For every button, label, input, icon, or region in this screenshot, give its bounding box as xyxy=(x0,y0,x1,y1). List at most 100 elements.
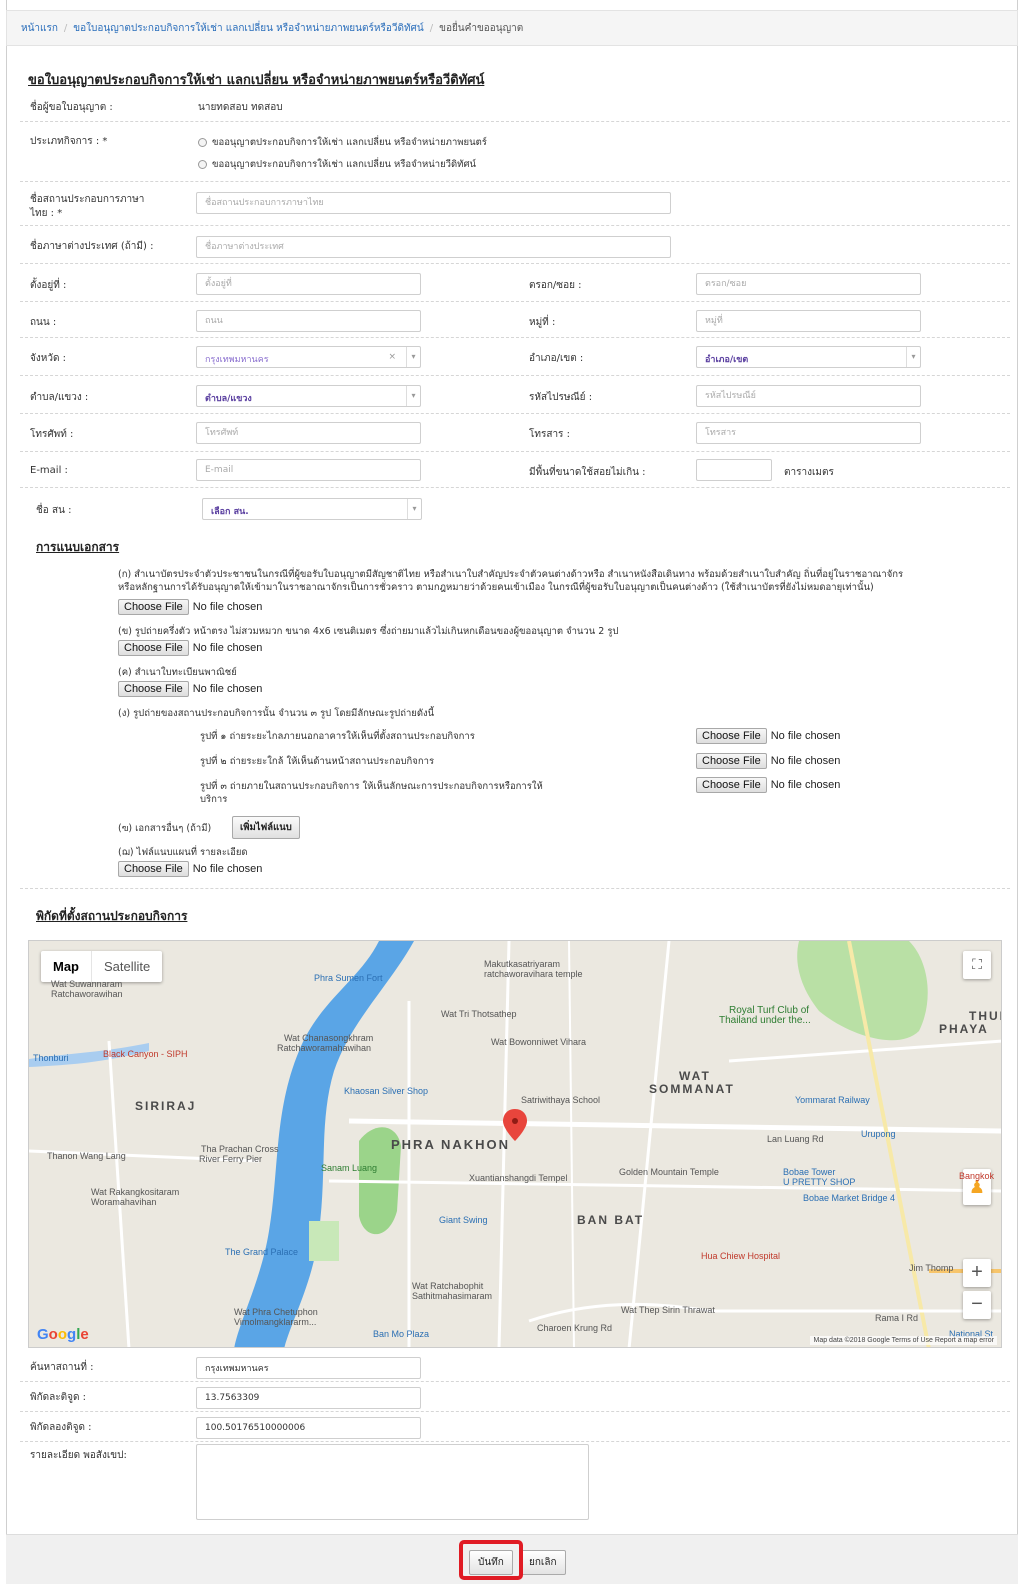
doc-f-file-input[interactable]: Choose File No file chosen xyxy=(118,861,262,877)
no-file-text: No file chosen xyxy=(192,642,263,654)
doc-a-file-input[interactable]: Choose File No file chosen xyxy=(118,599,262,615)
map-label: Rama I Rd xyxy=(875,1313,919,1323)
radio-label: ขออนุญาตประกอบกิจการให้เช่า แลกเปลี่ยน ห… xyxy=(212,159,476,170)
choose-file-button[interactable]: Choose File xyxy=(118,681,189,697)
thai-name-input[interactable] xyxy=(196,192,671,214)
map-label: Wat Thep Sirin Thrawat xyxy=(621,1305,715,1315)
doc-d-text: (ง) รูปถ่ายของสถานประกอบกิจการนั้น จำนวน… xyxy=(118,708,435,719)
grand-palace-area xyxy=(309,1221,339,1261)
doc-c-file-input[interactable]: Choose File No file chosen xyxy=(118,681,262,697)
map-tab-satellite[interactable]: Satellite xyxy=(91,951,162,982)
map-label: Bangkok xyxy=(959,1171,995,1181)
alley-input[interactable] xyxy=(696,273,921,295)
phone-input[interactable] xyxy=(196,422,421,444)
map-attribution[interactable]: Map data ©2018 Google Terms of Use Repor… xyxy=(810,1336,997,1345)
no-file-text: No file chosen xyxy=(192,601,263,613)
chevron-down-icon: ▾ xyxy=(407,499,421,519)
detail-textarea[interactable] xyxy=(196,1444,589,1520)
map-label: Ban Mo Plaza xyxy=(373,1329,430,1339)
map-label: Satriwithaya School xyxy=(521,1095,601,1105)
breadcrumb-section-link[interactable]: ขอใบอนุญาตประกอบกิจการให้เช่า แลกเปลี่ยน… xyxy=(73,23,423,34)
fax-input[interactable] xyxy=(696,422,921,444)
foreign-name-input[interactable] xyxy=(196,236,671,258)
email-input[interactable] xyxy=(196,459,421,481)
doc-a-line1: (ก) สำเนาบัตรประจำตัวประชาชนในกรณีที่ผู้… xyxy=(118,569,904,580)
form-row-lat: พิกัดละติจูด : xyxy=(20,1382,1010,1412)
map-tab-map[interactable]: Map xyxy=(41,951,91,982)
latitude-input[interactable] xyxy=(196,1387,421,1409)
map-label: Yommarat Railway xyxy=(795,1095,870,1105)
business-type-radio-video[interactable]: ขออนุญาตประกอบกิจการให้เช่า แลกเปลี่ยน ห… xyxy=(198,157,476,172)
road xyxy=(568,941,575,1347)
photo-3-file-input[interactable]: Choose File No file chosen xyxy=(696,777,840,793)
add-file-button[interactable]: เพิ่มไฟล์แนบ xyxy=(232,816,300,839)
applicant-value: นายทดสอบ ทดสอบ xyxy=(198,102,283,113)
area-unit: ตารางเมตร xyxy=(784,467,834,478)
doc-a-line2: หรือหลักฐานการได้รับอนุญาตให้เข้ามาในราช… xyxy=(118,582,874,593)
road-label: ถนน : xyxy=(30,317,57,328)
postcode-input[interactable] xyxy=(696,385,921,407)
doc-b-text: (ข) รูปถ่ายครึ่งตัว หน้าตรง ไม่สวมหมวก ข… xyxy=(118,626,619,637)
province-select[interactable]: กรุงเทพมหานคร × ▾ xyxy=(196,346,421,368)
lat-label: พิกัดละติจูด : xyxy=(30,1392,87,1403)
place-search-input[interactable] xyxy=(196,1357,421,1379)
business-type-radio-film[interactable]: ขออนุญาตประกอบกิจการให้เช่า แลกเปลี่ยน ห… xyxy=(198,135,487,150)
doc-a-text: (ก) สำเนาบัตรประจำตัวประชาชนในกรณีที่ผู้… xyxy=(118,568,1008,594)
phone-label: โทรศัพท์ : xyxy=(30,429,74,440)
fullscreen-icon[interactable]: ⛶ xyxy=(963,951,991,979)
map-label: Golden Mountain Temple xyxy=(619,1167,719,1177)
map-label: ratchaworavihara temple xyxy=(484,969,583,979)
map-label: THUI xyxy=(969,1009,1002,1023)
zoom-out-icon[interactable]: − xyxy=(963,1291,991,1319)
longitude-input[interactable] xyxy=(196,1417,421,1439)
choose-file-button[interactable]: Choose File xyxy=(118,599,189,615)
zoom-in-icon[interactable]: + xyxy=(963,1259,991,1287)
map-view[interactable]: Map Satellite ⛶ ♟ + − Phra Sumen Fort Ma… xyxy=(28,940,1002,1348)
road xyxy=(728,1039,1001,1063)
doc-c-text: (ค) สำเนาใบทะเบียนพาณิชย์ xyxy=(118,667,237,678)
road xyxy=(528,1302,1001,1323)
lng-label: พิกัดลองติจูด : xyxy=(30,1422,92,1433)
form-row-province: จังหวัด : กรุงเทพมหานคร × ▾ อำเภอ/เขต : … xyxy=(20,338,1010,376)
map-type-toggle: Map Satellite xyxy=(41,951,163,982)
doc-b-file-input[interactable]: Choose File No file chosen xyxy=(118,640,262,656)
photo-3-line2: บริการ xyxy=(200,794,228,805)
office-label: ชื่อ สน : xyxy=(36,505,72,516)
map-label: Thailand under the... xyxy=(719,1015,811,1026)
subdistrict-select[interactable]: ตำบล/แขวง ▾ xyxy=(196,385,421,407)
radio-label: ขออนุญาตประกอบกิจการให้เช่า แลกเปลี่ยน ห… xyxy=(212,137,487,148)
area-label: มีพื้นที่ขนาดใช้สอยไม่เกิน : xyxy=(529,467,646,478)
map-label: Wat Ratchabophit xyxy=(412,1281,484,1291)
choose-file-button[interactable]: Choose File xyxy=(696,728,767,744)
form-row-road: ถนน : หมู่ที่ : xyxy=(20,302,1010,338)
choose-file-button[interactable]: Choose File xyxy=(118,640,189,656)
map-label: Bobae Market Bridge 4 xyxy=(803,1193,896,1203)
address-input[interactable] xyxy=(196,273,421,295)
breadcrumb-home-link[interactable]: หน้าแรก xyxy=(21,23,58,34)
photo-2-file-input[interactable]: Choose File No file chosen xyxy=(696,753,840,769)
choose-file-button[interactable]: Choose File xyxy=(118,861,189,877)
applicant-label: ชื่อผู้ขอใบอนุญาต : xyxy=(30,102,113,113)
form-row-foreign-name: ชื่อภาษาต่างประเทศ (ถ้ามี) : xyxy=(20,226,1010,264)
no-file-text: No file chosen xyxy=(770,755,841,767)
choose-file-button[interactable]: Choose File xyxy=(696,777,767,793)
map-label: Lan Luang Rd xyxy=(767,1134,824,1144)
cancel-button[interactable]: ยกเลิก xyxy=(520,1550,566,1575)
clear-icon[interactable]: × xyxy=(388,352,396,362)
moo-input[interactable] xyxy=(696,310,921,332)
form-row-thai-name: ชื่อสถานประกอบการภาษา ไทย : * xyxy=(20,182,1010,226)
map-label: BAN BAT xyxy=(577,1213,645,1227)
district-select[interactable]: อำเภอ/เขต ▾ xyxy=(696,346,921,368)
map-label: U PRETTY SHOP xyxy=(783,1177,856,1187)
photo-1-file-input[interactable]: Choose File No file chosen xyxy=(696,728,840,744)
district-label: อำเภอ/เขต : xyxy=(529,353,584,364)
documents-section-title: การแนบเอกสาร xyxy=(36,540,120,554)
map-label: Wat Chanasongkhram xyxy=(284,1033,374,1043)
map-label: PHAYA xyxy=(939,1022,989,1036)
alley-label: ตรอก/ซอย : xyxy=(529,280,582,291)
map-label: SIRIRAJ xyxy=(135,1099,197,1113)
choose-file-button[interactable]: Choose File xyxy=(696,753,767,769)
office-select[interactable]: เลือก สน. ▾ xyxy=(202,498,422,520)
area-input[interactable] xyxy=(696,459,772,481)
road-input[interactable] xyxy=(196,310,421,332)
